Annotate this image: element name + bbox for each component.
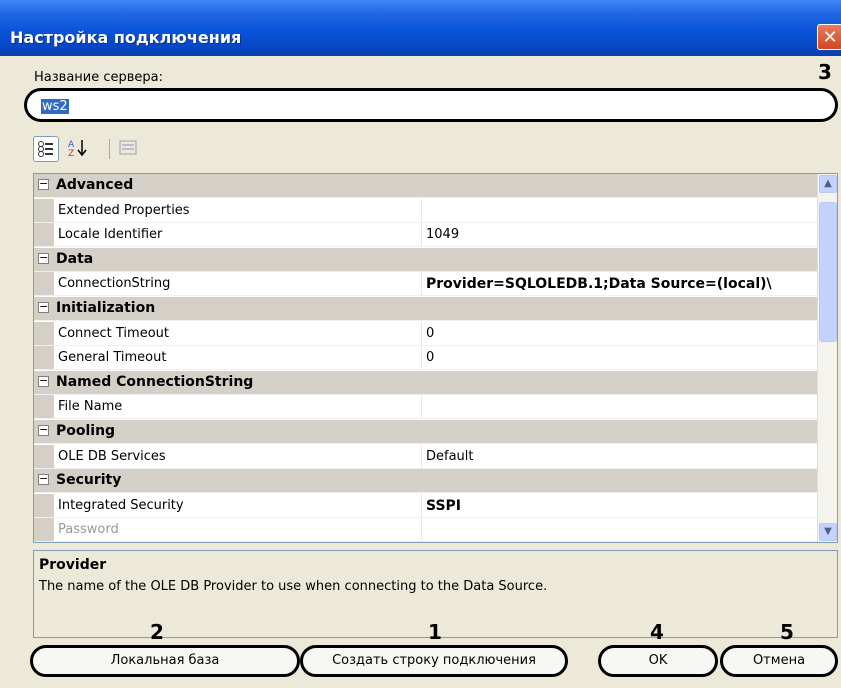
grid-property-row[interactable]: File Name xyxy=(34,395,818,420)
grid-category[interactable]: − Advanced xyxy=(34,174,818,198)
collapse-icon[interactable]: − xyxy=(38,301,49,313)
property-value[interactable]: Provider=SQLOLEDB.1;Data Source=(local)\ xyxy=(426,276,816,292)
category-label: Pooling xyxy=(56,423,116,439)
column-divider xyxy=(421,444,422,468)
window-title: Настройка подключения xyxy=(10,28,242,47)
property-name: Integrated Security xyxy=(58,497,184,513)
server-name-value: ws2 xyxy=(41,99,69,114)
grid-category[interactable]: − Initialization xyxy=(34,297,818,321)
category-label: Advanced xyxy=(56,177,134,193)
server-name-label: Название сервера: xyxy=(34,70,164,85)
column-divider xyxy=(421,272,422,296)
row-margin xyxy=(34,321,54,345)
scroll-thumb[interactable] xyxy=(819,202,837,342)
row-margin xyxy=(34,444,54,468)
close-icon: ✕ xyxy=(822,27,838,48)
grid-category[interactable]: − Pooling xyxy=(34,420,818,444)
column-divider xyxy=(421,321,422,345)
callout-2: 2 xyxy=(150,620,164,644)
chevron-up-icon: ▲ xyxy=(824,178,832,189)
grid-property-row[interactable]: Connect Timeout 0 xyxy=(34,321,818,346)
categorized-button[interactable] xyxy=(33,136,59,162)
property-name: Password xyxy=(58,522,119,538)
column-divider xyxy=(421,518,422,542)
property-name: General Timeout xyxy=(58,350,167,366)
grid-property-row[interactable]: ConnectionString Provider=SQLOLEDB.1;Data… xyxy=(34,272,818,297)
property-pages-icon xyxy=(119,140,137,155)
property-value[interactable]: 0 xyxy=(426,326,816,341)
cancel-button[interactable]: Отмена xyxy=(720,645,838,677)
scroll-down-button[interactable]: ▼ xyxy=(819,523,837,541)
callout-5: 5 xyxy=(780,620,794,644)
grid-property-row[interactable]: Locale Identifier 1049 xyxy=(34,223,818,248)
local-db-button[interactable]: Локальная база xyxy=(30,645,300,677)
chevron-down-icon: ▼ xyxy=(824,526,832,537)
row-margin xyxy=(34,198,54,222)
row-margin xyxy=(34,272,54,296)
column-divider xyxy=(421,346,422,370)
collapse-icon[interactable]: − xyxy=(38,473,49,486)
grid-property-row[interactable]: Integrated Security SSPI xyxy=(34,493,818,518)
callout-3: 3 xyxy=(818,60,832,84)
collapse-icon[interactable]: − xyxy=(38,424,49,436)
ok-button[interactable]: OK xyxy=(598,645,718,677)
grid-category[interactable]: − Named ConnectionString xyxy=(34,370,818,395)
property-grid[interactable]: − Advanced Extended Properties Locale Ident… xyxy=(33,173,838,543)
help-description: The name of the OLE DB Provider to use w… xyxy=(39,579,548,594)
server-name-input[interactable]: ws2 xyxy=(24,88,838,122)
property-name: OLE DB Services xyxy=(58,448,166,464)
categorized-view-icon xyxy=(38,141,53,157)
collapse-icon[interactable]: − xyxy=(38,375,49,387)
grid-property-row[interactable]: OLE DB Services Default xyxy=(34,444,818,469)
grid-property-row[interactable]: Extended Properties xyxy=(34,198,818,223)
property-name: ConnectionString xyxy=(58,276,171,292)
collapse-icon[interactable]: − xyxy=(38,252,49,264)
row-margin xyxy=(34,518,54,542)
vertical-scrollbar[interactable]: ▲ ▼ xyxy=(817,174,837,542)
alphabetical-button[interactable]: A Z xyxy=(65,136,91,162)
category-label: Named ConnectionString xyxy=(56,373,254,390)
property-pages-button[interactable] xyxy=(115,136,141,162)
callout-1: 1 xyxy=(428,620,442,644)
row-margin xyxy=(34,395,54,419)
column-divider xyxy=(421,223,422,247)
column-divider xyxy=(421,395,422,419)
column-divider xyxy=(421,493,422,517)
property-name: Extended Properties xyxy=(58,202,190,218)
grid-category[interactable]: − Security xyxy=(34,469,818,494)
collapse-icon[interactable]: − xyxy=(38,178,49,190)
close-button[interactable]: ✕ xyxy=(817,24,841,50)
title-bar: Настройка подключения ✕ xyxy=(0,0,841,56)
scroll-up-button[interactable]: ▲ xyxy=(819,175,837,193)
callout-4: 4 xyxy=(650,620,664,644)
property-value[interactable]: Default xyxy=(426,449,816,464)
grid-property-row[interactable]: General Timeout 0 xyxy=(34,346,818,371)
create-connection-string-button[interactable]: Создать строку подключения xyxy=(300,645,568,677)
property-value[interactable]: 0 xyxy=(426,350,816,365)
property-name: File Name xyxy=(58,399,123,415)
property-value[interactable]: SSPI xyxy=(426,498,816,514)
category-label: Initialization xyxy=(56,300,156,316)
row-margin xyxy=(34,493,54,517)
alphabetical-sort-icon: A Z xyxy=(68,140,87,159)
grid-property-row[interactable]: Password xyxy=(34,518,818,542)
row-margin xyxy=(34,346,54,370)
property-value[interactable]: 1049 xyxy=(426,227,816,242)
row-margin xyxy=(34,223,54,247)
property-name: Locale Identifier xyxy=(58,227,163,243)
column-divider xyxy=(421,198,422,222)
toolbar-separator xyxy=(109,139,110,159)
grid-category[interactable]: − Data xyxy=(34,247,818,272)
property-name: Connect Timeout xyxy=(58,325,169,341)
help-title: Provider xyxy=(39,557,107,573)
category-label: Data xyxy=(56,250,94,267)
category-label: Security xyxy=(56,472,122,489)
svg-text:Z: Z xyxy=(68,149,74,158)
